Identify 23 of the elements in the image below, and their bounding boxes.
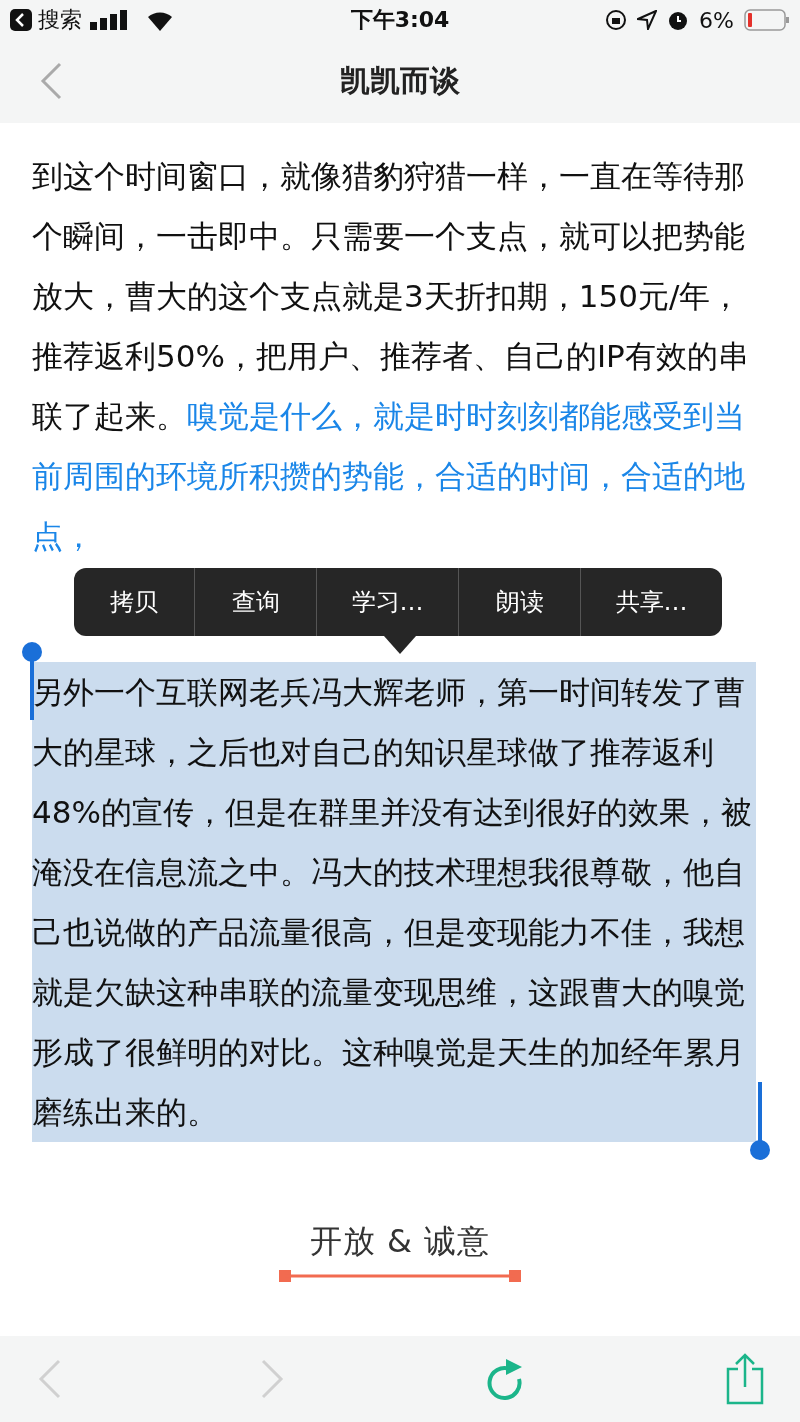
- rotation-lock-icon: [605, 9, 628, 31]
- back-icon[interactable]: [40, 62, 62, 100]
- forward-icon: [260, 1359, 284, 1399]
- share-button[interactable]: [726, 1353, 764, 1405]
- menu-item[interactable]: 拷贝: [74, 568, 194, 636]
- status-time: 下午3:04: [350, 7, 450, 32]
- selection-end-handle[interactable]: [748, 1082, 772, 1162]
- menu-item[interactable]: 查询: [194, 568, 316, 636]
- menu-item[interactable]: 共享…: [580, 568, 722, 636]
- refresh-button[interactable]: [486, 1357, 524, 1401]
- battery-icon: [744, 9, 790, 31]
- alarm-icon: [667, 9, 690, 31]
- wifi-icon: [146, 9, 174, 31]
- menu-item[interactable]: 朗读: [458, 568, 580, 636]
- back-to-app-link[interactable]: 搜索: [10, 5, 82, 35]
- refresh-icon: [486, 1357, 524, 1401]
- back-icon: [38, 1359, 62, 1399]
- paragraph: 到这个时间窗口，就像猎豹狩猎一样，一直在等待那个瞬间，一击即中。只需要一个支点，就可以把势能放大，曹大的这个支点就是3天折扣期，150元/年，推荐返利50%，把用户、推荐者、自己的IP有效的串联了起来。嗅觉是什么，就是时时刻刻都能感受到当前周围的环境所积攒的势能，合适的时间，合适的地点，: [32, 157, 750, 556]
- section-heading: 开放 & 诚意: [309, 1221, 491, 1262]
- battery-percent: 6%: [699, 7, 734, 33]
- share-icon: [726, 1353, 764, 1405]
- location-icon: [637, 10, 658, 30]
- page-title: 凯凯而谈: [340, 62, 460, 100]
